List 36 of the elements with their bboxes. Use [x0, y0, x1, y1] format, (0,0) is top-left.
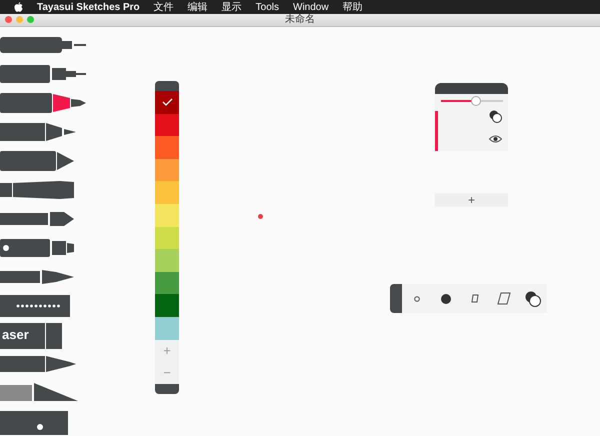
- add-layer-button[interactable]: +: [435, 193, 508, 207]
- color-swatch[interactable]: [155, 272, 179, 294]
- small-dot-icon: [414, 296, 420, 302]
- app-name-menu[interactable]: Tayasui Sketches Pro: [37, 2, 140, 12]
- parallelogram-icon: [496, 292, 510, 305]
- palette-handle[interactable]: [155, 384, 179, 394]
- blend-icon: [524, 290, 540, 306]
- eye-icon[interactable]: [489, 135, 502, 143]
- blend-icon[interactable]: [489, 110, 502, 123]
- brush-panel-handle[interactable]: [390, 284, 402, 313]
- color-swatch[interactable]: [155, 226, 179, 250]
- menu-item[interactable]: Tools: [256, 2, 280, 12]
- close-button[interactable]: [5, 16, 12, 23]
- color-swatch[interactable]: [155, 316, 179, 340]
- menu-item[interactable]: 帮助: [342, 0, 363, 14]
- brush-shape-button[interactable]: [518, 284, 547, 313]
- color-swatch[interactable]: [155, 136, 179, 159]
- eraser-label: aser: [2, 327, 29, 342]
- color-swatch[interactable]: [155, 294, 179, 317]
- menu-item[interactable]: 文件: [154, 0, 174, 14]
- color-swatch[interactable]: [155, 158, 179, 182]
- menu-item[interactable]: 显示: [222, 0, 242, 14]
- brush-stroke-dot: [258, 214, 263, 219]
- apple-icon[interactable]: [14, 2, 23, 12]
- layers-header[interactable]: [435, 83, 508, 94]
- color-swatch[interactable]: [155, 114, 179, 136]
- color-swatch[interactable]: [155, 181, 179, 204]
- palette-handle[interactable]: [155, 81, 179, 91]
- window-title: 未命名: [285, 14, 315, 26]
- color-swatch[interactable]: [155, 249, 179, 272]
- menu-item[interactable]: 编辑: [188, 0, 208, 14]
- color-swatch[interactable]: [155, 91, 179, 114]
- color-swatch[interactable]: [155, 204, 179, 227]
- check-icon: [162, 98, 172, 106]
- dot-icon: [440, 294, 450, 304]
- menu-item[interactable]: Window: [293, 2, 329, 12]
